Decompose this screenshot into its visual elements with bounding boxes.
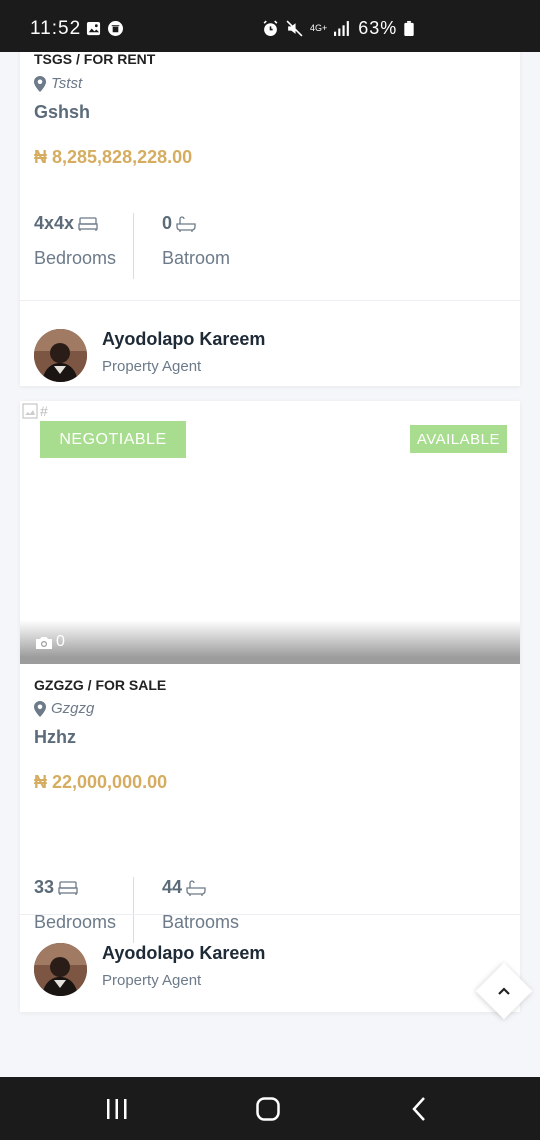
- property-price: ₦ 22,000,000.00: [34, 772, 168, 792]
- bath-icon: [176, 215, 196, 232]
- bathrooms-label: Batrooms: [162, 912, 240, 932]
- signal-icon: [334, 21, 350, 36]
- property-title[interactable]: Gshsh: [34, 102, 90, 123]
- property-features: 4x4x Bedrooms 0 Batroom: [20, 213, 520, 279]
- bathrooms-label: Batroom: [162, 248, 231, 268]
- back-icon: [412, 1097, 425, 1121]
- bedrooms-value: 4x4x: [34, 213, 75, 233]
- agent-info[interactable]: Ayodolapo Kareem Property Agent: [20, 941, 520, 1001]
- agent-name[interactable]: Ayodolapo Kareem: [102, 943, 265, 964]
- bathrooms-value: 44: [162, 877, 183, 897]
- agent-role: Property Agent: [102, 972, 202, 989]
- agent-info[interactable]: Ayodolapo Kareem Property Agent: [20, 327, 520, 387]
- mute-icon: [286, 20, 303, 37]
- card-divider: [20, 914, 520, 915]
- recent-apps-button[interactable]: [103, 1095, 131, 1123]
- status-time: 11:52: [30, 18, 82, 39]
- property-features: 33 Bedrooms 44 Batrooms: [20, 877, 520, 943]
- feature-divider: [133, 877, 134, 943]
- bedrooms-feature: 33 Bedrooms: [34, 877, 116, 943]
- image-icon: [86, 21, 101, 36]
- property-title[interactable]: Hzhz: [34, 727, 76, 748]
- home-button[interactable]: [254, 1095, 282, 1123]
- feature-divider: [133, 213, 134, 279]
- card-divider: [20, 300, 520, 301]
- agent-name[interactable]: Ayodolapo Kareem: [102, 329, 265, 350]
- bathrooms-value: 0: [162, 213, 173, 233]
- avatar[interactable]: [34, 329, 87, 382]
- status-indicators: 4G+ 63%: [262, 18, 414, 39]
- home-icon: [256, 1097, 280, 1121]
- bathrooms-feature: 0 Batroom: [162, 213, 230, 279]
- map-pin-icon: [34, 75, 46, 92]
- bathrooms-feature: 44 Batrooms: [162, 877, 239, 943]
- back-button[interactable]: [406, 1095, 434, 1123]
- trash-icon: [108, 21, 123, 36]
- property-card[interactable]: TSGS / FOR RENT Tstst Gshsh ₦ 8,285,828,…: [20, 52, 520, 386]
- bed-icon: [58, 880, 78, 895]
- bath-icon: [186, 879, 206, 896]
- agent-role: Property Agent: [102, 358, 202, 375]
- location-text: Gzgzg: [51, 700, 95, 717]
- status-bar: 11:52 4G+ 63%: [0, 0, 540, 52]
- bedrooms-label: Bedrooms: [34, 248, 117, 268]
- property-location: Gzgzg: [34, 700, 94, 717]
- chevron-up-icon: [498, 987, 510, 995]
- property-price: ₦ 8,285,828,228.00: [34, 147, 193, 167]
- bedrooms-value: 33: [34, 877, 55, 897]
- bedrooms-feature: 4x4x Bedrooms: [34, 213, 116, 279]
- avatar[interactable]: [34, 943, 87, 996]
- bed-icon: [78, 216, 98, 231]
- battery-percent: 63%: [358, 18, 398, 38]
- network-type: 4G+: [310, 23, 328, 33]
- battery-icon: [404, 21, 414, 36]
- property-card[interactable]: # NEGOTIABLE AVAILABLE 0 GZGZG / FOR SAL…: [20, 401, 520, 1012]
- bedrooms-label: Bedrooms: [34, 912, 117, 932]
- location-text: Tstst: [51, 75, 83, 92]
- alarm-icon: [263, 20, 278, 36]
- property-category: GZGZG / FOR SALE: [34, 677, 167, 693]
- listing-feed[interactable]: TSGS / FOR RENT Tstst Gshsh ₦ 8,285,828,…: [0, 52, 540, 1077]
- property-category: TSGS / FOR RENT: [34, 52, 156, 67]
- map-pin-icon: [34, 700, 46, 717]
- system-navigation-bar: [0, 1077, 540, 1140]
- recent-apps-icon: [107, 1099, 127, 1119]
- property-location: Tstst: [34, 75, 82, 92]
